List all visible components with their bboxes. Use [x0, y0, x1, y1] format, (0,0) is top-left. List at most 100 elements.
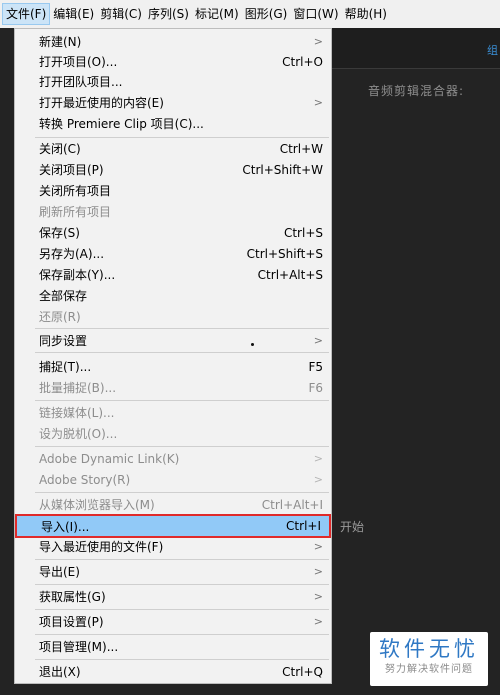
menu-item-shortcut: F5 — [308, 359, 323, 374]
menu-item-label: 关闭项目(P) — [39, 163, 104, 177]
menu-item-capture[interactable]: 捕捉(T)... F5 — [15, 356, 331, 377]
menu-item-save-all[interactable]: 全部保存 — [15, 285, 331, 306]
menu-separator — [35, 446, 329, 447]
audio-clip-mixer-label: 音频剪辑混合器: — [368, 84, 465, 98]
menu-bar: 文件(F) 编辑(E) 剪辑(C) 序列(S) 标记(M) 图形(G) 窗口(W… — [0, 0, 500, 28]
menu-window[interactable]: 窗口(W) — [290, 4, 341, 24]
menu-item-save[interactable]: 保存(S) Ctrl+S — [15, 222, 331, 243]
cursor-dot — [251, 343, 254, 346]
menu-item-adobe-story: Adobe Story(R) > — [15, 469, 331, 490]
menu-item-label: 打开最近使用的内容(E) — [39, 96, 164, 110]
menu-edit[interactable]: 编辑(E) — [50, 4, 97, 24]
menu-item-export[interactable]: 导出(E) > — [15, 561, 331, 582]
menu-item-label: 链接媒体(L)... — [39, 406, 115, 420]
submenu-arrow-icon: > — [313, 540, 323, 553]
start-label: 开始 — [340, 520, 365, 534]
menu-item-label: 保存(S) — [39, 226, 80, 240]
menu-item-shortcut: Ctrl+I — [286, 519, 321, 533]
submenu-arrow-icon: > — [313, 334, 323, 347]
menu-item-shortcut: Ctrl+Q — [282, 664, 323, 679]
menu-item-label: 批量捕捉(B)... — [39, 381, 117, 395]
menu-item-import[interactable]: 导入(I)... Ctrl+I — [15, 514, 331, 538]
menu-item-sync-settings[interactable]: 同步设置 > — [15, 330, 331, 351]
submenu-arrow-icon: > — [313, 35, 323, 48]
menu-item-open-team-project[interactable]: 打开团队项目... — [15, 71, 331, 92]
menu-item-shortcut: Ctrl+Shift+W — [242, 162, 323, 177]
menu-item-save-copy[interactable]: 保存副本(Y)... Ctrl+Alt+S — [15, 264, 331, 285]
submenu-arrow-icon: > — [313, 96, 323, 109]
submenu-arrow-icon: > — [313, 452, 323, 465]
menu-separator — [35, 492, 329, 493]
menu-separator — [35, 559, 329, 560]
menu-item-label: 导入最近使用的文件(F) — [39, 540, 164, 554]
menu-item-label: 捕捉(T)... — [39, 360, 92, 374]
menu-item-save-as[interactable]: 另存为(A)... Ctrl+Shift+S — [15, 243, 331, 264]
menu-item-refresh-all-projects: 刷新所有项目 — [15, 201, 331, 222]
menu-separator — [35, 659, 329, 660]
menu-item-shortcut: Ctrl+Shift+S — [246, 246, 323, 261]
menu-item-close[interactable]: 关闭(C) Ctrl+W — [15, 138, 331, 159]
menu-item-label: 转换 Premiere Clip 项目(C)... — [39, 117, 204, 131]
menu-separator — [35, 328, 329, 329]
menu-item-close-project[interactable]: 关闭项目(P) Ctrl+Shift+W — [15, 159, 331, 180]
menu-sequence[interactable]: 序列(S) — [145, 4, 192, 24]
submenu-arrow-icon: > — [313, 565, 323, 578]
menu-separator — [35, 584, 329, 585]
menu-item-label: 导入(I)... — [41, 519, 90, 534]
watermark-logo: 软件无忧 努力解决软件问题 — [370, 632, 488, 686]
menu-item-label: 项目设置(P) — [39, 615, 104, 629]
menu-item-adobe-dynamic-link: Adobe Dynamic Link(K) > — [15, 448, 331, 469]
menu-separator — [35, 352, 329, 353]
menu-item-label: 从媒体浏览器导入(M) — [39, 498, 155, 512]
menu-item-label: 关闭所有项目 — [39, 184, 112, 198]
panel-header-strip: 组 — [330, 28, 500, 69]
menu-separator — [35, 609, 329, 610]
menu-markers[interactable]: 标记(M) — [192, 4, 242, 24]
menu-item-shortcut: Ctrl+S — [283, 225, 323, 240]
menu-item-open-project[interactable]: 打开项目(O)... Ctrl+O — [15, 51, 331, 72]
menu-item-label: 同步设置 — [39, 334, 88, 348]
menu-item-label: 打开团队项目... — [39, 75, 123, 89]
submenu-arrow-icon: > — [313, 590, 323, 603]
submenu-arrow-icon: > — [313, 615, 323, 628]
watermark-title: 软件无忧 — [379, 637, 479, 661]
menu-item-label: 导出(E) — [39, 565, 80, 579]
menu-item-shortcut: Ctrl+Alt+I — [261, 497, 323, 512]
menu-item-link-media: 链接媒体(L)... — [15, 402, 331, 423]
menu-item-batch-capture: 批量捕捉(B)... F6 — [15, 377, 331, 398]
menu-separator — [35, 400, 329, 401]
menu-item-exit[interactable]: 退出(X) Ctrl+Q — [15, 661, 331, 682]
menu-item-label: Adobe Dynamic Link(K) — [39, 451, 180, 466]
menu-item-shortcut: Ctrl+O — [282, 54, 323, 69]
menu-clip[interactable]: 剪辑(C) — [97, 4, 145, 24]
menu-help[interactable]: 帮助(H) — [342, 4, 390, 24]
menu-item-label: 新建(N) — [39, 35, 82, 49]
submenu-arrow-icon: > — [313, 473, 323, 486]
menu-item-label: 刷新所有项目 — [39, 205, 112, 219]
menu-item-convert-premiere-clip[interactable]: 转换 Premiere Clip 项目(C)... — [15, 113, 331, 134]
menu-item-shortcut: Ctrl+Alt+S — [257, 267, 323, 282]
file-menu-dropdown: 新建(N) > 打开项目(O)... Ctrl+O 打开团队项目... 打开最近使用… — [14, 28, 332, 684]
menu-item-project-settings[interactable]: 项目设置(P) > — [15, 611, 331, 632]
menu-item-import-from-media-browser: 从媒体浏览器导入(M) Ctrl+Alt+I — [15, 494, 331, 515]
menu-item-revert: 还原(R) — [15, 306, 331, 327]
menu-item-label: 保存副本(Y)... — [39, 268, 116, 282]
menu-item-label: 项目管理(M)... — [39, 640, 119, 654]
menu-item-open-recent[interactable]: 打开最近使用的内容(E) > — [15, 92, 331, 113]
menu-item-project-manager[interactable]: 项目管理(M)... — [15, 636, 331, 657]
watermark-subtitle: 努力解决软件问题 — [385, 664, 473, 675]
menu-item-label: 全部保存 — [39, 289, 88, 303]
menu-item-shortcut: Ctrl+W — [279, 141, 323, 156]
menu-item-new[interactable]: 新建(N) > — [15, 31, 331, 52]
menu-item-import-recent-file[interactable]: 导入最近使用的文件(F) > — [15, 536, 331, 557]
menu-item-label: 打开项目(O)... — [39, 55, 118, 69]
panel-tab-label[interactable]: 组 — [487, 42, 498, 58]
menu-graphics[interactable]: 图形(G) — [242, 4, 291, 24]
menu-item-close-all-projects[interactable]: 关闭所有项目 — [15, 180, 331, 201]
menu-item-label: 还原(R) — [39, 310, 81, 324]
menu-item-get-properties[interactable]: 获取属性(G) > — [15, 586, 331, 607]
menu-item-label: Adobe Story(R) — [39, 472, 131, 487]
menu-file[interactable]: 文件(F) — [2, 3, 51, 25]
menu-item-label: 设为脱机(O)... — [39, 427, 118, 441]
menu-item-label: 另存为(A)... — [39, 247, 105, 261]
